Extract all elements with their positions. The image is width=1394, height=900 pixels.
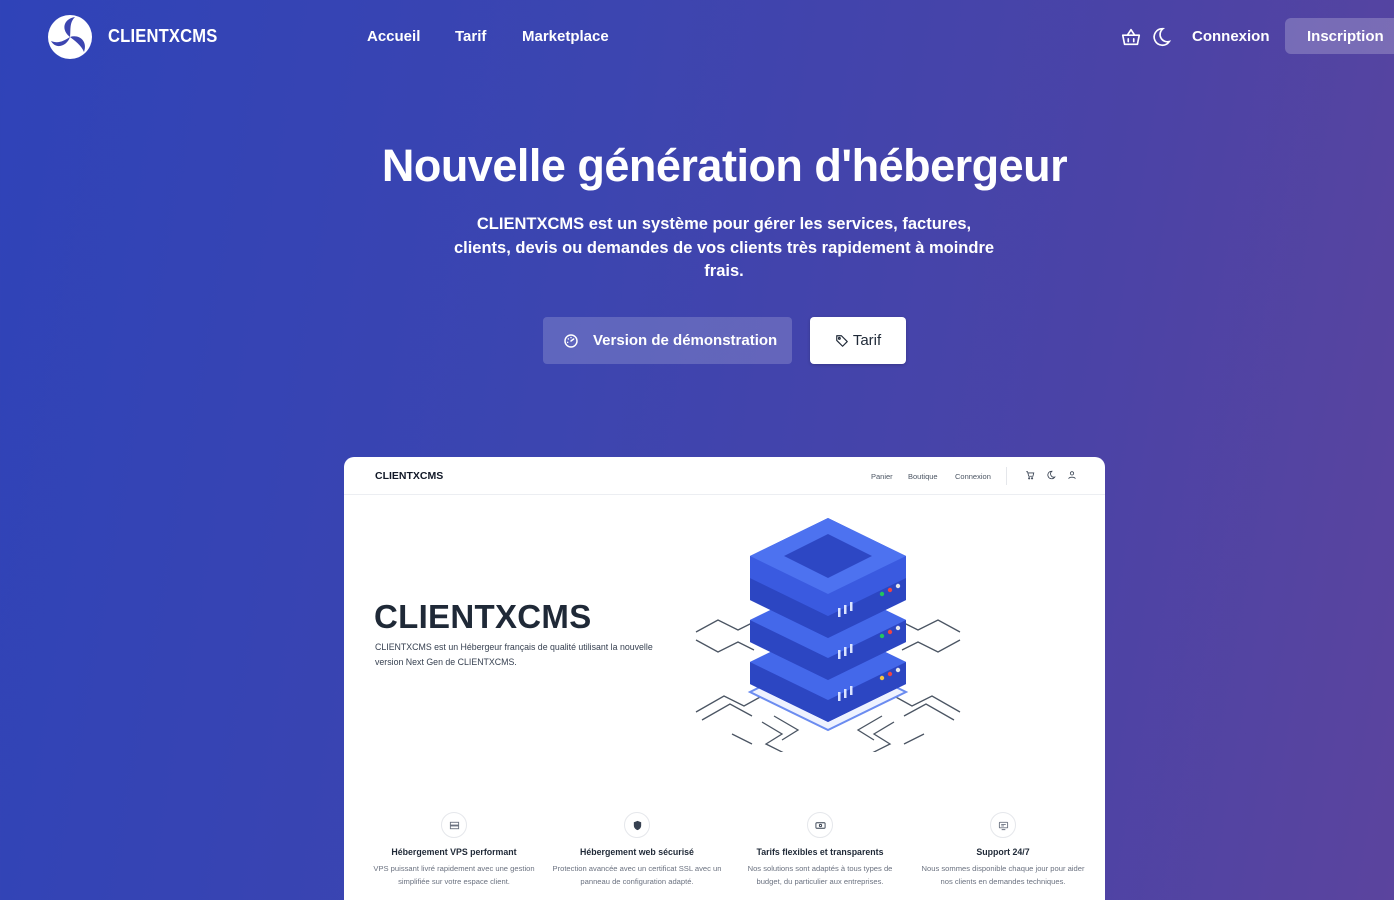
feature-title: Hébergement VPS performant xyxy=(391,847,517,857)
preview-description: CLIENTXCMS est un Hébergeur français de … xyxy=(375,642,653,667)
feature-title: Hébergement web sécurisé xyxy=(580,847,694,857)
preview-link-connexion: Connexion xyxy=(955,472,991,481)
signup-button[interactable]: Inscription xyxy=(1285,18,1394,54)
feature-card: Hébergement VPS performant VPS puissant … xyxy=(368,812,540,888)
demo-button[interactable]: Version de démonstration xyxy=(543,317,792,364)
moon-icon xyxy=(1047,470,1056,480)
hero-description: CLIENTXCMS est un système pour gérer les… xyxy=(453,215,995,280)
preview-divider xyxy=(1006,467,1007,485)
feature-title: Support 24/7 xyxy=(976,847,1030,857)
preview-brand: CLIENTXCMS xyxy=(375,470,444,482)
preview-title: CLIENTXCMS xyxy=(374,598,592,635)
feature-card: Support 24/7 Nous sommes disponible chaq… xyxy=(917,812,1089,888)
moon-icon[interactable] xyxy=(1148,24,1174,50)
nav-link-tarif[interactable]: Tarif xyxy=(455,28,486,45)
server-stack-illustration xyxy=(695,518,961,752)
tarif-button-label: Tarif xyxy=(852,332,882,349)
feature-card: Tarifs flexibles et transparents Nos sol… xyxy=(734,812,906,888)
basket-icon[interactable] xyxy=(1118,24,1144,50)
feature-title: Tarifs flexibles et transparents xyxy=(756,847,884,857)
gauge-icon xyxy=(564,333,578,348)
preview-link-boutique: Boutique xyxy=(908,472,938,481)
tag-icon xyxy=(835,334,848,347)
user-icon xyxy=(1068,471,1076,479)
feature-text: Nous sommes disponible chaque jour pour … xyxy=(921,864,1085,886)
feature-text: Protection avancée avec un certificat SS… xyxy=(552,864,722,886)
hero-title: Nouvelle génération d'hébergeur xyxy=(381,140,1068,191)
nav-link-marketplace[interactable]: Marketplace xyxy=(522,28,609,45)
demo-button-label: Version de démonstration xyxy=(593,332,778,349)
login-link[interactable]: Connexion xyxy=(1192,28,1270,45)
preview-link-panier: Panier xyxy=(871,472,893,481)
brand-name[interactable]: CLIENTXCMS xyxy=(108,26,217,47)
preview-navbar: CLIENTXCMS Panier Boutique Connexion xyxy=(344,457,1105,495)
support-icon xyxy=(990,812,1016,838)
feature-text: Nos solutions sont adaptés à tous types … xyxy=(747,864,893,886)
shield-icon xyxy=(624,812,650,838)
feature-text: VPS puissant livré rapidement avec une g… xyxy=(373,864,535,886)
cart-icon xyxy=(1026,471,1035,480)
clientxcms-logo-icon[interactable] xyxy=(47,14,93,60)
server-icon xyxy=(441,812,467,838)
tarif-button[interactable]: Tarif xyxy=(810,317,906,364)
nav-link-accueil[interactable]: Accueil xyxy=(367,28,420,45)
site-preview-screenshot: CLIENTXCMS Panier Boutique Connexion CLI… xyxy=(344,457,1105,900)
money-icon xyxy=(807,812,833,838)
feature-card: Hébergement web sécurisé Protection avan… xyxy=(551,812,723,888)
top-navbar: CLIENTXCMS Accueil Tarif Marketplace Con… xyxy=(0,0,1394,74)
